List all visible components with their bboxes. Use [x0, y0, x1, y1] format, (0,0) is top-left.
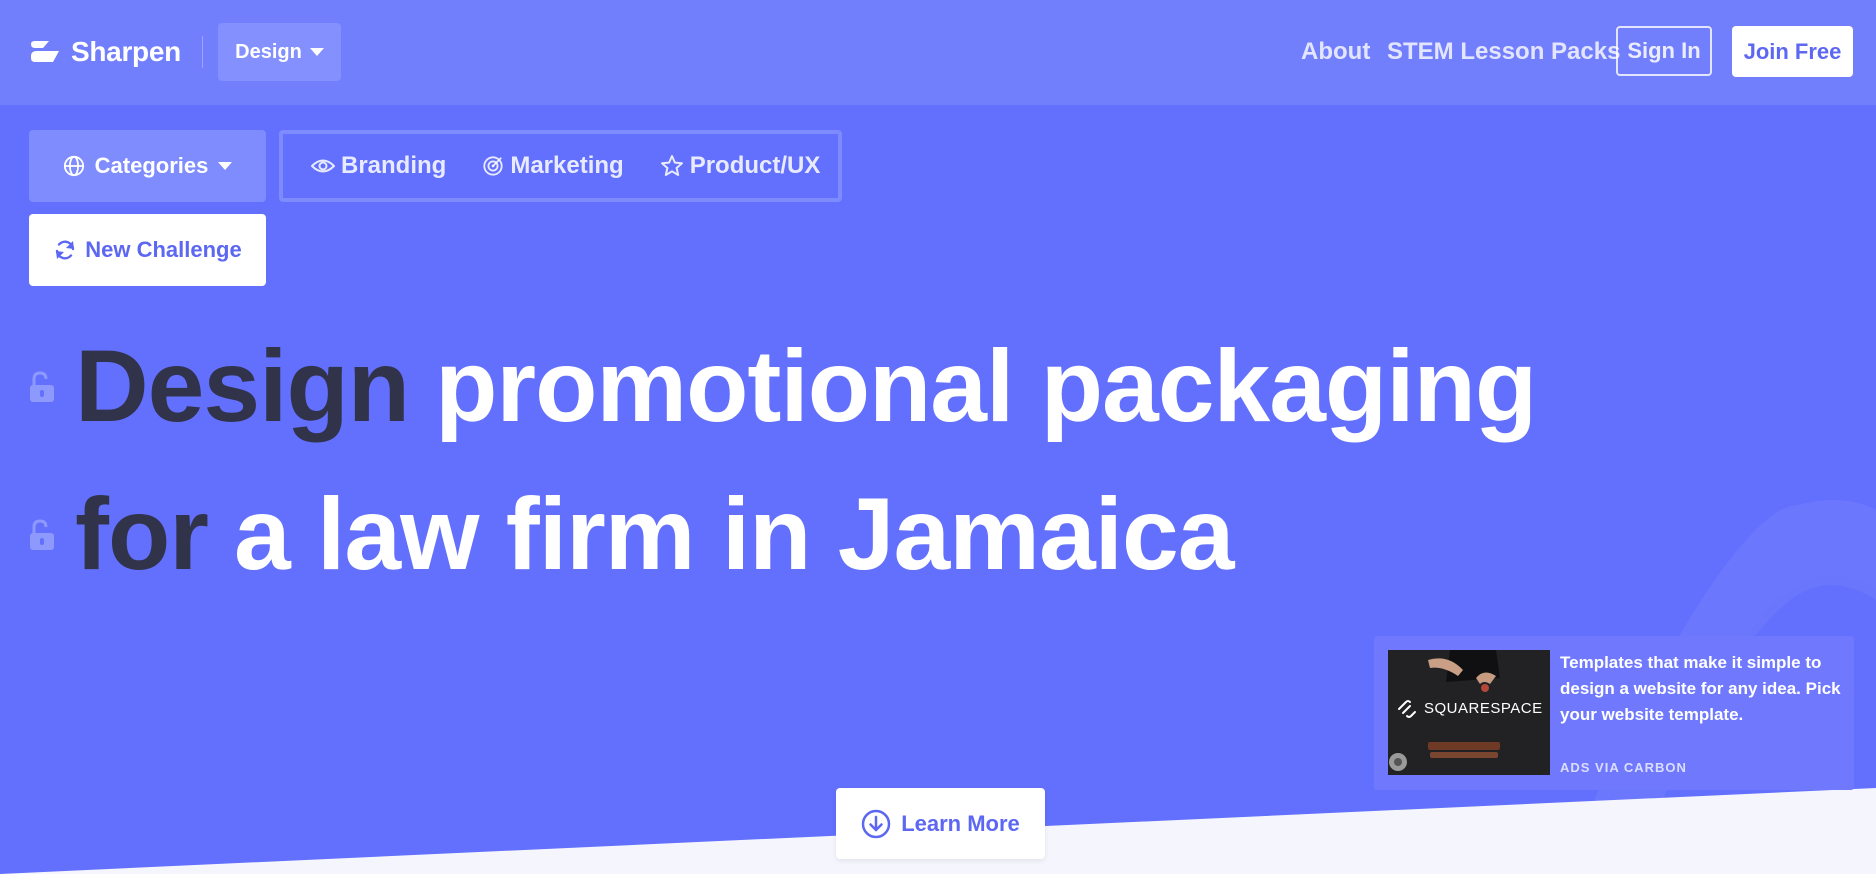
logo-divider [202, 36, 203, 68]
challenge-line-1: Design promotional packaging [29, 328, 1537, 445]
filter-product-ux[interactable]: Product/UX [660, 152, 821, 180]
squarespace-icon [1398, 700, 1416, 718]
learn-more-button[interactable]: Learn More [836, 788, 1045, 859]
brand-name: Sharpen [71, 36, 181, 67]
filter-product-ux-label: Product/UX [689, 152, 821, 179]
challenge-client: a law firm in Jamaica [233, 477, 1234, 591]
nav-stem-link[interactable]: STEM Lesson Packs [1387, 38, 1620, 66]
new-challenge-button[interactable]: New Challenge [29, 214, 266, 286]
refresh-icon [56, 240, 75, 260]
eye-icon [311, 159, 335, 173]
join-free-button[interactable]: Join Free [1732, 26, 1853, 77]
challenge-line-2: for a law firm in Jamaica [29, 476, 1234, 593]
unlock-icon[interactable] [29, 370, 55, 403]
filter-marketing[interactable]: Marketing [482, 152, 624, 180]
star-icon [660, 155, 683, 176]
squarespace-logo: SQUARESPACE [1396, 698, 1543, 718]
caret-down-icon [218, 162, 233, 170]
sign-in-button[interactable]: Sign In [1616, 26, 1712, 76]
ads-via-carbon-link[interactable]: ADS VIA CARBON [1560, 760, 1687, 775]
caret-down-icon [309, 48, 324, 56]
categories-dropdown[interactable]: Categories [29, 130, 266, 202]
filter-branding-label: Branding [341, 152, 447, 179]
arrow-down-circle-icon [861, 809, 891, 838]
category-filter-group: Branding Marketing Product/UX [279, 130, 842, 202]
filter-marketing-label: Marketing [510, 152, 624, 179]
sharpen-logo-icon [31, 41, 59, 62]
sharpen-logo[interactable]: Sharpen [29, 36, 181, 68]
ad-text[interactable]: Templates that make it simple to design … [1560, 650, 1846, 728]
filter-branding[interactable]: Branding [311, 152, 446, 180]
squarespace-wordmark: SQUARESPACE [1424, 699, 1543, 717]
challenge-subject: promotional packaging [435, 329, 1537, 443]
unlock-icon[interactable] [29, 518, 55, 551]
globe-icon [63, 155, 84, 177]
categories-label: Categories [94, 153, 209, 178]
design-dropdown[interactable]: Design [218, 23, 341, 81]
challenge-verb: Design [75, 329, 410, 443]
nav-about-link[interactable]: About [1301, 38, 1370, 66]
design-dropdown-label: Design [235, 40, 302, 63]
learn-more-label: Learn More [901, 810, 1020, 836]
target-icon [483, 156, 503, 176]
new-challenge-label: New Challenge [85, 237, 242, 262]
carbon-ad[interactable]: SQUARESPACE Templates that make it simpl… [1374, 636, 1854, 790]
challenge-prefix: for [75, 477, 209, 591]
